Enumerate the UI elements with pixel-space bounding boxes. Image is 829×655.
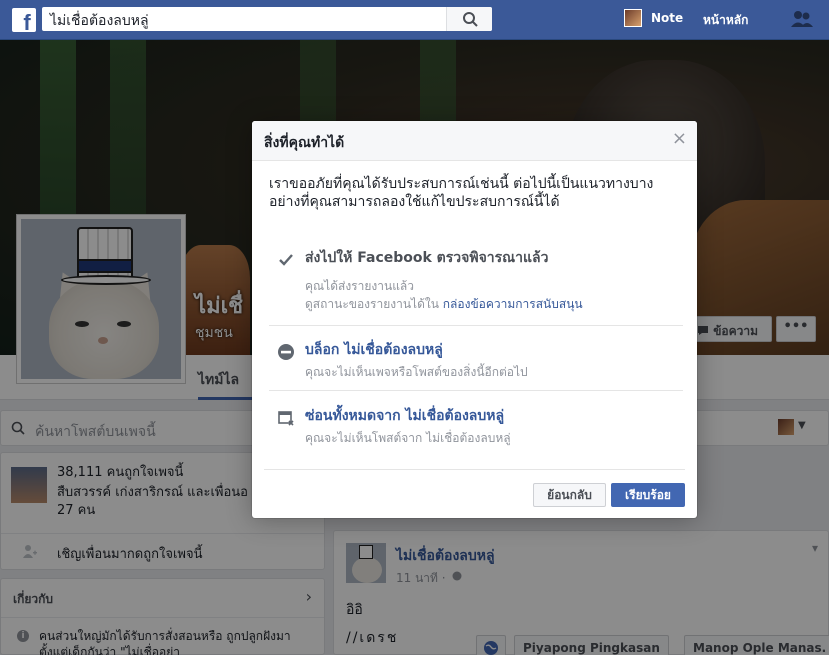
block-icon xyxy=(278,344,294,360)
friend-requests-icon[interactable] xyxy=(790,10,814,28)
back-button[interactable]: ย้อนกลับ xyxy=(533,483,606,507)
close-icon[interactable]: × xyxy=(672,130,687,148)
search-value[interactable]: ไม่เชื่อต้องลบหลู่ xyxy=(50,10,149,32)
option-block-sub: คุณจะไม่เห็นเพจหรือโพสต์ของสิ่งนี้อีกต่อ… xyxy=(305,365,528,379)
user-name-link[interactable]: Note xyxy=(651,11,683,25)
divider xyxy=(269,325,683,326)
hide-icon xyxy=(278,411,294,426)
done-button[interactable]: เรียบร้อย xyxy=(611,483,685,507)
checkmark-icon xyxy=(279,254,293,266)
option-block-title[interactable]: บล็อก ไม่เชื่อต้องลบหลู่ xyxy=(305,339,443,361)
search-button[interactable] xyxy=(446,7,492,31)
dialog-intro-text: เราขออภัยที่คุณได้รับประสบการณ์เช่นนี้ ต… xyxy=(269,176,654,210)
search-icon xyxy=(463,12,478,27)
facebook-logo-icon[interactable]: f xyxy=(12,8,36,32)
dialog-title: สิ่งที่คุณทำได้ xyxy=(264,135,345,151)
option-reported: ส่งไปให้ Facebook ตรวจพิจารณาแล้ว คุณได้… xyxy=(269,247,683,311)
dialog-header: สิ่งที่คุณทำได้ × xyxy=(252,121,697,161)
support-inbox-link[interactable]: กล่องข้อความการสนับสนุน xyxy=(443,297,583,311)
home-link[interactable]: หน้าหลัก xyxy=(703,11,748,30)
option-reported-status: ดูสถานะของรายงานได้ใน กล่องข้อความการสนั… xyxy=(305,295,583,314)
option-hide-all-sub: คุณจะไม่เห็นโพสต์จาก ไม่เชื่อต้องลบหลู่ xyxy=(305,431,511,445)
search-input[interactable]: ไม่เชื่อต้องลบหลู่ xyxy=(42,7,492,31)
feedback-dialog: สิ่งที่คุณทำได้ × เราขออภัยที่คุณได้รับป… xyxy=(252,121,697,518)
option-reported-status-prefix: ดูสถานะของรายงานได้ใน xyxy=(305,297,443,311)
option-reported-sub: คุณได้ส่งรายงานแล้ว xyxy=(305,279,415,293)
option-hide-all-title[interactable]: ซ่อนทั้งหมดจาก ไม่เชื่อต้องลบหลู่ xyxy=(305,405,504,427)
divider xyxy=(264,469,685,470)
divider xyxy=(269,390,683,391)
option-hide-all[interactable]: ซ่อนทั้งหมดจาก ไม่เชื่อต้องลบหลู่ คุณจะไ… xyxy=(269,405,683,449)
option-reported-title: ส่งไปให้ Facebook ตรวจพิจารณาแล้ว xyxy=(305,250,549,266)
top-bar: f ไม่เชื่อต้องลบหลู่ Note หน้าหลัก xyxy=(0,0,829,40)
user-avatar[interactable] xyxy=(624,9,642,27)
option-block[interactable]: บล็อก ไม่เชื่อต้องลบหลู่ คุณจะไม่เห็นเพจ… xyxy=(269,339,683,383)
